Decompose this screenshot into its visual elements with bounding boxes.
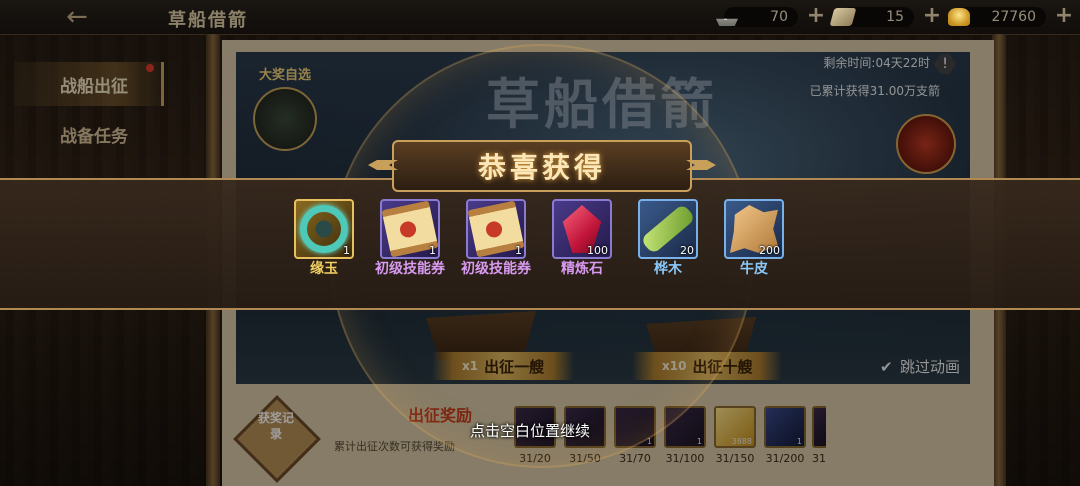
item-name: 牛皮	[740, 261, 768, 277]
item-name: 初级技能券	[375, 261, 445, 277]
tap-to-continue-hint: 点击空白位置继续	[470, 422, 591, 440]
reward-item[interactable]: 200 牛皮	[724, 199, 784, 277]
item-name: 初级技能券	[461, 261, 531, 277]
item-qty: 1	[429, 244, 436, 257]
item-qty: 100	[587, 244, 608, 257]
congrats-plaque: 恭喜获得	[392, 140, 692, 192]
item-qty: 1	[515, 244, 522, 257]
reward-item[interactable]: 20 桦木	[638, 199, 698, 277]
item-name: 桦木	[654, 261, 682, 277]
item-qty: 1	[343, 244, 350, 257]
reward-item[interactable]: 1 初级技能券	[461, 199, 531, 277]
jade-ring-icon	[300, 205, 348, 253]
item-name: 缘玉	[310, 261, 338, 277]
item-qty: 200	[759, 244, 780, 257]
reward-item[interactable]: 100 精炼石	[552, 199, 612, 277]
gold-ingot-icon	[948, 8, 970, 26]
item-qty: 20	[680, 244, 694, 257]
reward-items: 1 缘玉 1 初级技能券 1 初级技能券 100 精炼石 20 桦木 200 牛…	[294, 199, 794, 299]
reward-item[interactable]: 1 缘玉	[294, 199, 354, 277]
popup-title: 恭喜获得	[477, 151, 606, 184]
item-name: 精炼石	[561, 261, 603, 277]
reward-item[interactable]: 1 初级技能券	[375, 199, 445, 277]
